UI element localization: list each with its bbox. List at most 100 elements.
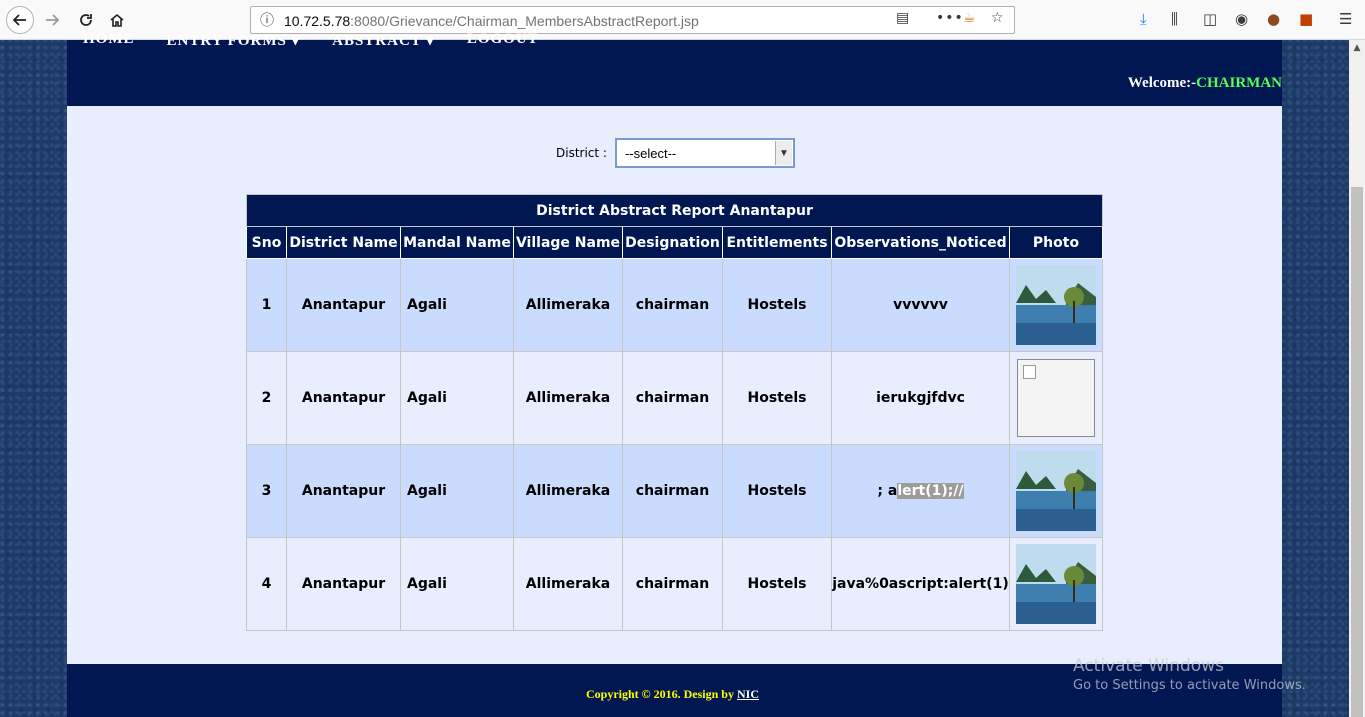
cookie-icon[interactable]: ● (1267, 10, 1280, 28)
table-row: 4 Anantapur Agali Allimeraka chairman Ho… (246, 537, 1103, 631)
cell-mandal: Agali (400, 537, 514, 631)
observation-text: ; a (877, 483, 898, 499)
menu-item-entry-forms[interactable]: ENTRY FORMS ▾ (167, 31, 301, 50)
chevron-down-icon[interactable]: ▼ (774, 141, 792, 165)
reload-button[interactable] (74, 8, 98, 32)
java-icon[interactable]: ☕ (963, 10, 976, 26)
cell-photo (1009, 537, 1103, 631)
cell-photo (1009, 258, 1103, 352)
vertical-scrollbar[interactable]: ▲ (1349, 40, 1365, 717)
page-header: HOME ENTRY FORMS ▾ ABSTRACT ▾ LOGOUT Wel… (67, 31, 1282, 106)
lake-tree-photo[interactable] (1016, 451, 1096, 531)
column-header: Village Name (513, 226, 623, 259)
table-header-row: Sno District Name Mandal Name Village Na… (246, 226, 1103, 259)
cell-district: Anantapur (286, 258, 401, 352)
library-icon[interactable]: ⫼ (1171, 10, 1178, 28)
cell-sno: 2 (246, 351, 287, 445)
cell-village: Allimeraka (513, 444, 623, 538)
cell-observations: ; alert(1);// (831, 444, 1010, 538)
arrow-left-icon (12, 14, 26, 26)
cell-observations: java%0ascript:alert(1) (831, 537, 1010, 631)
cell-designation: chairman (622, 258, 723, 352)
main-menu: HOME ENTRY FORMS ▾ ABSTRACT ▾ LOGOUT (83, 31, 539, 50)
table-row: 3 Anantapur Agali Allimeraka chairman Ho… (246, 444, 1103, 538)
home-icon (110, 13, 124, 27)
cell-designation: chairman (622, 537, 723, 631)
bookmark-star-icon[interactable]: ☆ (991, 10, 1004, 26)
cell-designation: chairman (622, 444, 723, 538)
download-icon[interactable]: ⤓ (1140, 10, 1147, 28)
welcome-user: CHAIRMAN (1196, 75, 1282, 91)
nic-link[interactable]: NIC (737, 687, 759, 701)
lake-tree-photo[interactable] (1016, 544, 1096, 624)
column-header: Mandal Name (400, 226, 514, 259)
back-button[interactable] (6, 6, 34, 34)
url-text[interactable]: 10.72.5.78:8080/Grievance/Chairman_Membe… (284, 13, 699, 29)
sidebar-icon[interactable]: ◫ (1203, 10, 1217, 28)
account-icon[interactable]: ◉ (1235, 10, 1248, 28)
broken-image[interactable] (1017, 359, 1095, 437)
cell-district: Anantapur (286, 351, 401, 445)
menu-item-abstract[interactable]: ABSTRACT ▾ (332, 31, 435, 50)
menu-item-home[interactable]: HOME (83, 31, 135, 50)
cell-designation: chairman (622, 351, 723, 445)
cell-village: Allimeraka (513, 351, 623, 445)
welcome-label: Welcome:- (1127, 75, 1197, 91)
district-label: District : (556, 146, 607, 160)
scroll-up-icon[interactable]: ▲ (1349, 40, 1365, 56)
info-icon[interactable]: ⓘ (260, 10, 274, 30)
cell-sno: 4 (246, 537, 287, 631)
arrow-right-icon (46, 14, 60, 26)
cell-observations: vvvvvv (831, 258, 1010, 352)
watermark-subtitle: Go to Settings to activate Windows. (1073, 678, 1306, 693)
report-title: District Abstract Report Anantapur (246, 194, 1103, 227)
table-row: 1 Anantapur Agali Allimeraka chairman Ho… (246, 258, 1103, 352)
home-button[interactable] (105, 8, 129, 32)
activate-windows-watermark: Activate Windows Go to Settings to activ… (1073, 656, 1306, 693)
column-header: Designation (622, 226, 723, 259)
district-filter: District : --select-- ▼ (556, 138, 795, 168)
scroll-thumb[interactable] (1351, 187, 1363, 717)
cell-observations: ierukgjfdvc (831, 351, 1010, 445)
column-header: District Name (286, 226, 401, 259)
cell-village: Allimeraka (513, 537, 623, 631)
extension-icon[interactable]: ■ (1299, 10, 1313, 28)
cell-district: Anantapur (286, 444, 401, 538)
cell-entitlements: Hostels (722, 351, 832, 445)
cell-entitlements: Hostels (722, 444, 832, 538)
copyright-text: Copyright © 2016. Design by NIC (586, 687, 759, 702)
report-table: District Abstract Report Anantapur Sno D… (246, 194, 1103, 631)
cell-sno: 1 (246, 258, 287, 352)
district-select[interactable]: --select-- ▼ (614, 138, 795, 168)
cell-mandal: Agali (400, 351, 514, 445)
selected-text: lert(1);// (897, 483, 964, 499)
menu-icon[interactable]: ☰ (1339, 10, 1352, 28)
reload-icon (80, 14, 92, 26)
page-container: HOME ENTRY FORMS ▾ ABSTRACT ▾ LOGOUT Wel… (67, 31, 1282, 717)
cell-mandal: Agali (400, 258, 514, 352)
district-select-value: --select-- (624, 146, 677, 161)
address-bar[interactable]: ⓘ 10.72.5.78:8080/Grievance/Chairman_Mem… (250, 6, 1015, 34)
welcome-text: Welcome:-CHAIRMAN (1128, 75, 1282, 92)
column-header: Photo (1009, 226, 1103, 259)
forward-button[interactable] (40, 8, 64, 32)
lake-tree-photo[interactable] (1016, 265, 1096, 345)
column-header: Entitlements (722, 226, 832, 259)
copyright-label: Copyright © 2016. Design by (586, 687, 737, 701)
page-actions-icon[interactable]: ••• (936, 10, 964, 26)
column-header: Sno (246, 226, 287, 259)
cell-village: Allimeraka (513, 258, 623, 352)
cell-photo (1009, 444, 1103, 538)
cell-entitlements: Hostels (722, 537, 832, 631)
cell-sno: 3 (246, 444, 287, 538)
column-header: Observations_Noticed (831, 226, 1010, 259)
cell-mandal: Agali (400, 444, 514, 538)
reader-view-icon[interactable]: ▤ (896, 10, 909, 26)
cell-photo (1009, 351, 1103, 445)
cell-entitlements: Hostels (722, 258, 832, 352)
cell-district: Anantapur (286, 537, 401, 631)
menu-item-logout[interactable]: LOGOUT (467, 31, 539, 50)
table-row: 2 Anantapur Agali Allimeraka chairman Ho… (246, 351, 1103, 445)
broken-image-icon (1023, 365, 1036, 379)
watermark-title: Activate Windows (1073, 656, 1224, 676)
